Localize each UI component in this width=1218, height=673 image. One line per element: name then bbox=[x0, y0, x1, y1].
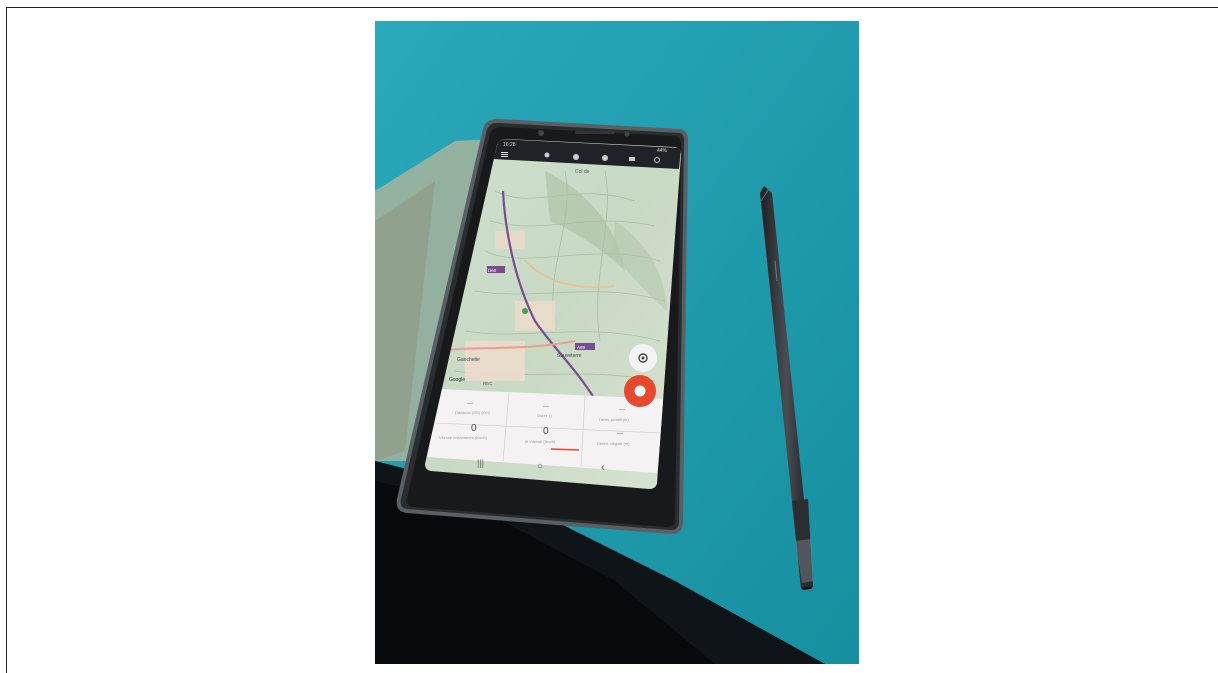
stat-label-2: Durée () bbox=[537, 413, 552, 418]
map-place-right: Sauveterre bbox=[557, 353, 582, 359]
stat-label-1: Distance (GS) (Km) bbox=[455, 410, 491, 415]
image-icon[interactable] bbox=[629, 157, 635, 161]
stat-value-5: 0 bbox=[543, 426, 549, 437]
nav-home[interactable]: ○ bbox=[537, 461, 543, 472]
record-icon bbox=[634, 385, 646, 397]
nav-recents[interactable]: ||| bbox=[477, 458, 484, 468]
locate-button[interactable] bbox=[629, 344, 657, 372]
offline-icon[interactable] bbox=[573, 154, 579, 160]
layers-icon[interactable] bbox=[544, 152, 550, 158]
stat-value-2: --- bbox=[543, 404, 549, 410]
map-place-left: Ganchelte bbox=[457, 357, 480, 363]
status-battery: 44% bbox=[657, 148, 668, 154]
globe-icon[interactable] bbox=[602, 155, 608, 161]
stat-value-4: 0 bbox=[471, 423, 477, 434]
stat-label-3: Déniv. positif (m) bbox=[599, 417, 629, 422]
menu-icon[interactable] bbox=[501, 152, 508, 157]
stat-label-5: Ø Vitesse (Km/h) bbox=[525, 439, 556, 444]
stat-value-6: --- bbox=[617, 431, 623, 437]
record-button[interactable] bbox=[624, 375, 656, 407]
status-time: 16:28 bbox=[503, 142, 516, 148]
stat-label-6: Dénivl. négatif (m) bbox=[597, 441, 630, 446]
photo: Col de Sauveterre Ganchelte D60 A89 Goog… bbox=[375, 21, 859, 664]
map-top-label: Col de bbox=[575, 169, 590, 175]
road-badge-1: D60 bbox=[488, 268, 497, 273]
road-badge-2: A89 bbox=[577, 345, 586, 350]
stat-label-4: Vitesse instantanée (Km/h) bbox=[439, 435, 488, 440]
map-attribution: Google bbox=[449, 377, 465, 383]
stat-value-1: --- bbox=[467, 401, 473, 407]
map-scale-hint: REC bbox=[483, 381, 493, 386]
stat-value-3: --- bbox=[619, 407, 625, 413]
nav-back[interactable]: ‹ bbox=[601, 460, 605, 474]
